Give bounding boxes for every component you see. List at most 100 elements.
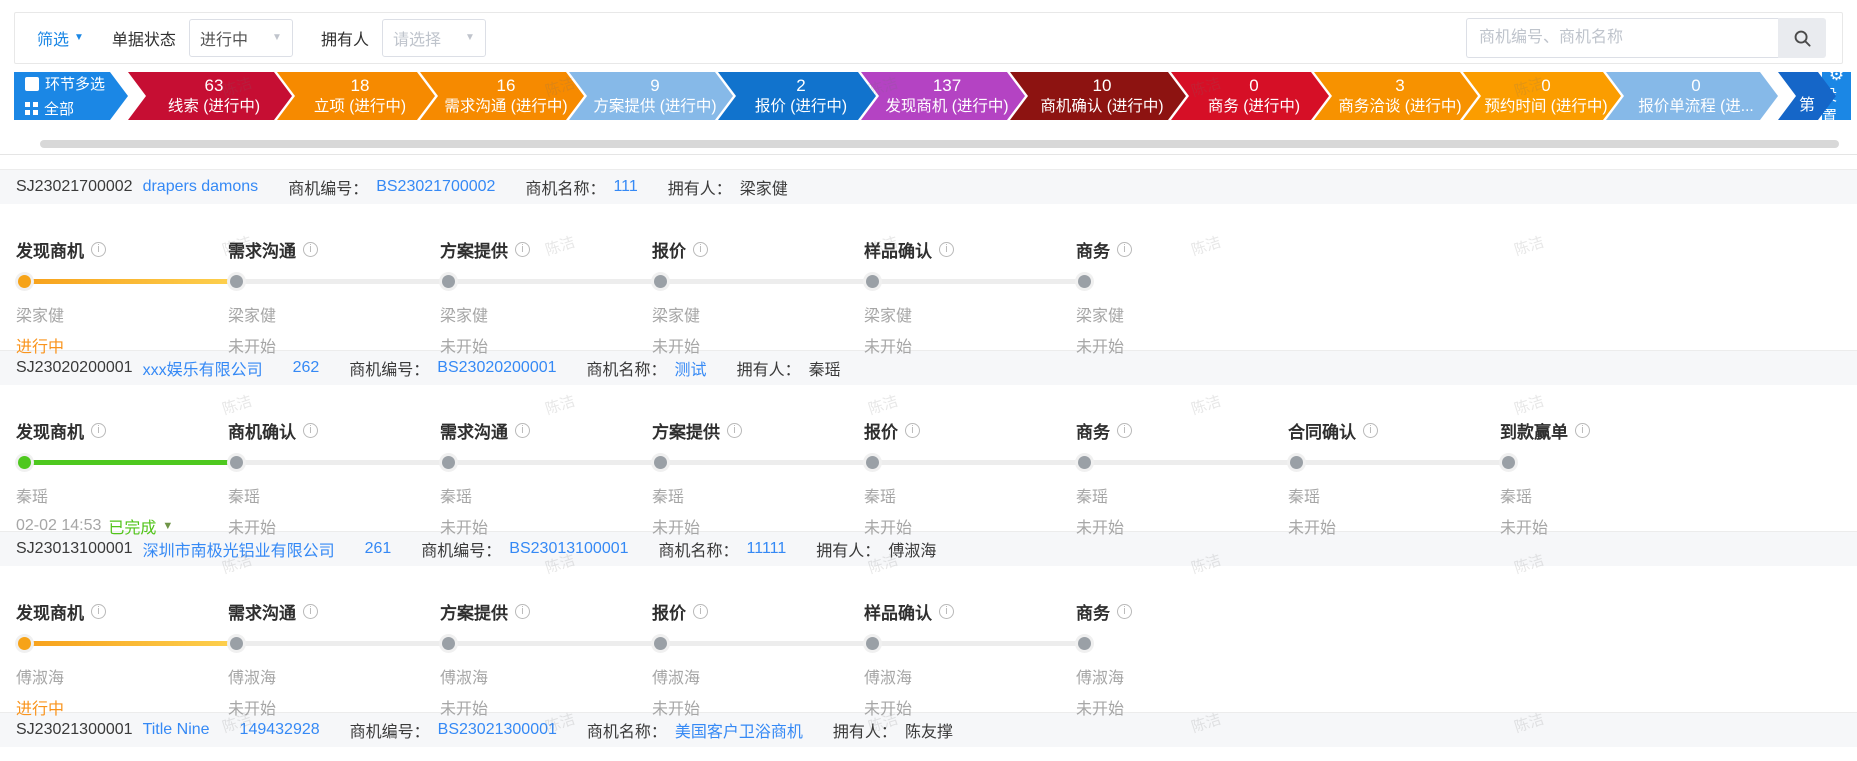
company-link[interactable]: 深圳市南极光铝业有限公司 bbox=[143, 537, 335, 561]
stage-owner: 秦瑶 bbox=[1288, 489, 1321, 506]
stage-column: 商务 i 傅淑海 未开始 bbox=[1076, 599, 1288, 718]
stage-multiselect-checkbox[interactable] bbox=[25, 77, 39, 91]
code-label: 商机编号： bbox=[349, 362, 430, 379]
company-link[interactable]: Title Nine bbox=[143, 721, 210, 739]
stage-dot bbox=[1078, 456, 1091, 469]
funnel-stage-segment[interactable]: 0 报价单流程 (进... bbox=[1606, 72, 1778, 120]
record-count-link[interactable]: 261 bbox=[365, 540, 392, 558]
horizontal-scrollbar-thumb[interactable] bbox=[40, 140, 1839, 148]
funnel-stage-segment[interactable]: 2 报价 (进行中) bbox=[718, 72, 876, 120]
stage-track bbox=[440, 275, 657, 289]
stage-status: 未开始 bbox=[440, 520, 489, 537]
filter-toggle[interactable]: 筛选 ▼ bbox=[37, 26, 84, 50]
record-stages: 发现商机 i 傅淑海 进行中 需求沟通 i 傅淑海 未开始 方案提供 i 傅淑海… bbox=[0, 566, 1857, 718]
opportunity-record: SJ23021700002 drapers damons 商机编号： BS230… bbox=[0, 169, 1857, 356]
info-icon[interactable]: i bbox=[91, 604, 106, 619]
info-icon[interactable]: i bbox=[1117, 423, 1132, 438]
stage-title: 到款赢单 bbox=[1500, 423, 1568, 442]
funnel-stage-segment[interactable]: 10 商机确认 (进行中) bbox=[1010, 72, 1186, 120]
stage-label: 线索 (进行中) bbox=[167, 97, 261, 115]
info-icon[interactable]: i bbox=[905, 423, 920, 438]
name-link[interactable]: 11111 bbox=[747, 540, 787, 558]
filter-bar: 筛选 ▼ 单据状态 进行中 ▼ 拥有人 请选择 ▼ bbox=[14, 12, 1843, 64]
stage-title: 方案提供 bbox=[440, 604, 508, 623]
funnel-stage-segment[interactable]: 18 立项 (进行中) bbox=[277, 72, 435, 120]
code-link[interactable]: BS23013100001 bbox=[509, 540, 628, 558]
caret-down-icon[interactable]: ▼ bbox=[162, 520, 173, 532]
code-link[interactable]: BS23021300001 bbox=[438, 721, 557, 739]
stage-column: 商务 i 秦瑶 未开始 bbox=[1076, 418, 1293, 537]
stage-status-row: 未开始 bbox=[1076, 333, 1288, 357]
name-link[interactable]: 美国客户卫浴商机 bbox=[675, 718, 803, 742]
stage-title-row: 商机确认 i bbox=[228, 418, 440, 443]
stage-title: 发现商机 bbox=[16, 604, 84, 623]
stage-dot bbox=[442, 637, 455, 650]
info-icon[interactable]: i bbox=[693, 242, 708, 257]
funnel-stage-segment[interactable]: 0 预约时间 (进行中) bbox=[1463, 72, 1621, 120]
search-button[interactable] bbox=[1778, 18, 1826, 58]
funnel-stage-segment[interactable]: 9 方案提供 (进行中) bbox=[569, 72, 733, 120]
funnel-stage-segment[interactable]: 16 需求沟通 (进行中) bbox=[420, 72, 584, 120]
stage-column: 样品确认 i 傅淑海 未开始 bbox=[864, 599, 1081, 718]
search-input[interactable] bbox=[1466, 18, 1778, 58]
info-icon[interactable]: i bbox=[939, 604, 954, 619]
info-icon[interactable]: i bbox=[303, 242, 318, 257]
stage-owner: 梁家健 bbox=[864, 308, 913, 325]
stage-count: 137 bbox=[932, 75, 962, 95]
funnel-stage-segment[interactable]: 0 商务 (进行中) bbox=[1171, 72, 1329, 120]
company-link[interactable]: drapers damons bbox=[143, 178, 259, 196]
truncated-segment-label: 第 bbox=[1798, 97, 1815, 114]
stage-title-row: 商务 i bbox=[1076, 418, 1288, 443]
info-icon[interactable]: i bbox=[515, 604, 530, 619]
code-link[interactable]: BS23020200001 bbox=[437, 359, 556, 377]
doc-status-value: 进行中 bbox=[199, 32, 248, 49]
info-icon[interactable]: i bbox=[91, 242, 106, 257]
info-icon[interactable]: i bbox=[939, 242, 954, 257]
name-group: 商机名称： 111 bbox=[525, 175, 637, 199]
owner-select[interactable]: 请选择 ▼ bbox=[381, 19, 486, 57]
info-icon[interactable]: i bbox=[303, 604, 318, 619]
record-count-link[interactable]: 262 bbox=[293, 359, 320, 377]
funnel-multiselect-segment: 环节多选 全部 bbox=[14, 72, 128, 120]
code-link[interactable]: BS23021700002 bbox=[376, 178, 495, 196]
info-icon[interactable]: i bbox=[91, 423, 106, 438]
name-link[interactable]: 111 bbox=[613, 178, 637, 196]
stage-status: 进行中 bbox=[16, 339, 65, 356]
doc-status-select[interactable]: 进行中 ▼ bbox=[188, 19, 293, 57]
stage-title-row: 样品确认 i bbox=[864, 237, 1076, 262]
stage-title: 需求沟通 bbox=[440, 423, 508, 442]
info-icon[interactable]: i bbox=[515, 423, 530, 438]
info-icon[interactable]: i bbox=[1117, 242, 1132, 257]
stage-track bbox=[652, 456, 869, 470]
stage-line bbox=[238, 279, 445, 284]
stage-column: 到款赢单 i 秦瑶 未开始 bbox=[1500, 418, 1712, 537]
stage-title-row: 样品确认 i bbox=[864, 599, 1076, 624]
stage-title: 报价 bbox=[864, 423, 898, 442]
scrollbar-track bbox=[0, 140, 1857, 148]
record-id: SJ23020200001 bbox=[16, 359, 133, 376]
stage-title: 商务 bbox=[1076, 423, 1110, 442]
all-stages-toggle[interactable]: 全部 bbox=[25, 98, 128, 119]
info-icon[interactable]: i bbox=[1575, 423, 1590, 438]
stage-status: 未开始 bbox=[864, 520, 913, 537]
funnel-stage-segment[interactable]: 63 线索 (进行中) bbox=[128, 72, 292, 120]
stage-owner: 梁家健 bbox=[1076, 308, 1125, 325]
stage-dot bbox=[1502, 456, 1515, 469]
info-icon[interactable]: i bbox=[727, 423, 742, 438]
record-stages: 发现商机 i 梁家健 进行中 需求沟通 i 梁家健 未开始 方案提供 i 梁家健… bbox=[0, 204, 1857, 356]
company-link[interactable]: xxx娱乐有限公司 bbox=[143, 356, 263, 380]
funnel-stage-segment[interactable]: 137 发现商机 (进行中) bbox=[861, 72, 1025, 120]
info-icon[interactable]: i bbox=[515, 242, 530, 257]
record-count-link[interactable]: 149432928 bbox=[240, 721, 320, 739]
stage-track bbox=[440, 637, 657, 651]
stage-status: 未开始 bbox=[228, 339, 277, 356]
code-label: 商机编号： bbox=[421, 543, 502, 560]
info-icon[interactable]: i bbox=[303, 423, 318, 438]
stage-owner: 秦瑶 bbox=[440, 489, 473, 506]
name-link[interactable]: 测试 bbox=[675, 356, 707, 380]
info-icon[interactable]: i bbox=[693, 604, 708, 619]
info-icon[interactable]: i bbox=[1117, 604, 1132, 619]
funnel-stage-segment[interactable]: 3 商务洽谈 (进行中) bbox=[1314, 72, 1478, 120]
owner-label: 拥有人： bbox=[667, 181, 732, 198]
info-icon[interactable]: i bbox=[1363, 423, 1378, 438]
